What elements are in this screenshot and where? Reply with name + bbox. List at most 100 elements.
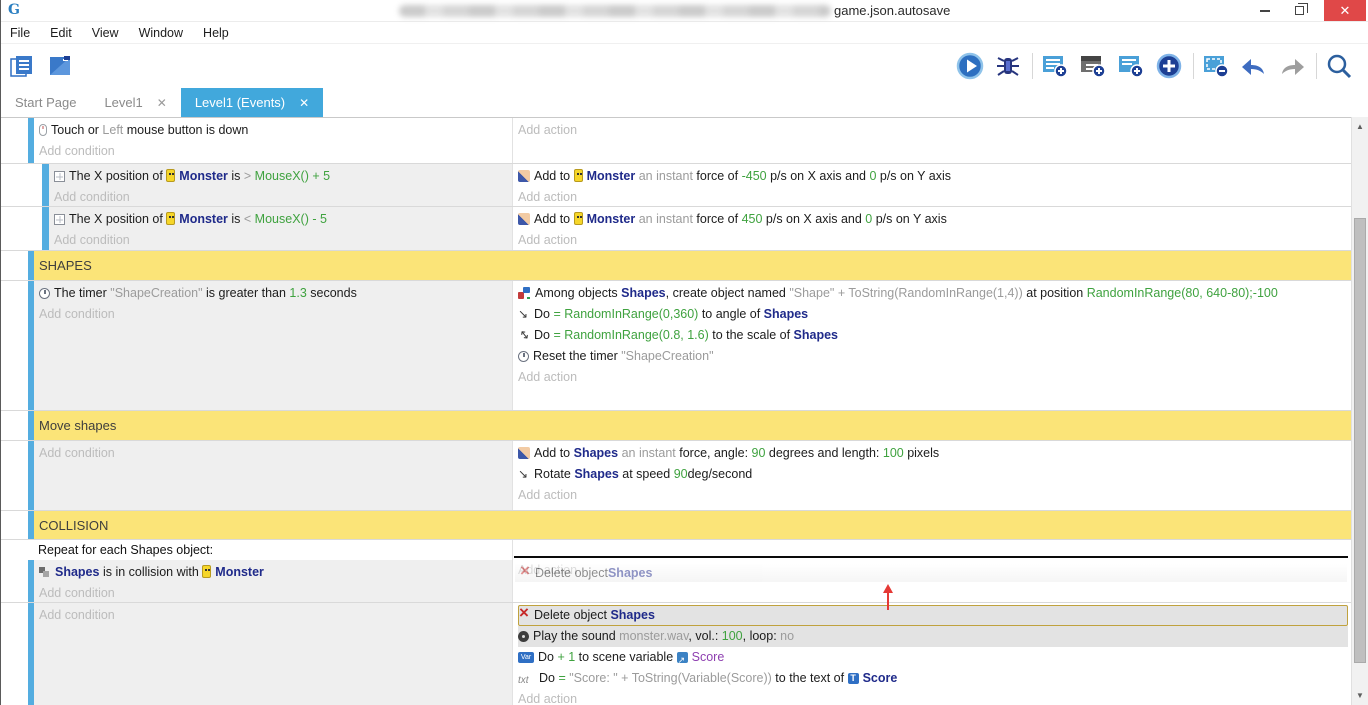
- undo-icon[interactable]: [1239, 51, 1269, 81]
- action-row[interactable]: Add to Monster an instant force of 450 p…: [518, 209, 1348, 230]
- text-segment: p/s on Y axis: [872, 212, 947, 226]
- action-row[interactable]: Add to Shapes an instant force, angle: 9…: [518, 443, 1348, 464]
- add-subevent-icon[interactable]: [1078, 51, 1108, 81]
- comment-event[interactable]: SHAPES: [1, 250, 1352, 280]
- add-new-event-icon[interactable]: [1154, 51, 1184, 81]
- drag-ghost-row: Delete object Shapes: [515, 564, 1347, 582]
- event-block[interactable]: The timer "ShapeCreation" is greater tha…: [1, 280, 1352, 410]
- condition-row[interactable]: The timer "ShapeCreation" is greater tha…: [39, 283, 508, 304]
- action-row[interactable]: Rotate Shapes at speed 90deg/second: [518, 464, 1348, 485]
- condition-row[interactable]: The X position of Monster is > MouseX() …: [54, 166, 508, 187]
- add-action-button[interactable]: Add action: [518, 485, 1348, 506]
- foreach-body: Shapes is in collision with MonsterAdd c…: [1, 560, 512, 604]
- action-row[interactable]: Do = "Score: " + ToString(Variable(Score…: [518, 668, 1348, 689]
- text-segment: Left: [102, 123, 123, 137]
- comment-event[interactable]: COLLISION: [1, 510, 1352, 539]
- action-row[interactable]: Add to Monster an instant force of -450 …: [518, 166, 1348, 187]
- text-segment: to the scale of: [709, 328, 794, 342]
- foreach-left-column: Repeat for each Shapes object:Shapes is …: [1, 540, 512, 602]
- text-segment: -450: [742, 169, 767, 183]
- tab-level1-events[interactable]: Level1 (Events) ✕: [181, 88, 323, 117]
- action-row[interactable]: Do = RandomInRange(0.8, 1.6) to the scal…: [518, 325, 1348, 346]
- tab-level1[interactable]: Level1 ✕: [90, 88, 180, 117]
- scroll-down-icon[interactable]: ▼: [1352, 691, 1368, 700]
- add-condition-button[interactable]: Add condition: [54, 230, 508, 250]
- preview-icon[interactable]: [955, 51, 985, 81]
- add-action-button[interactable]: Add action: [518, 230, 1348, 250]
- scrollbar-thumb[interactable]: [1354, 218, 1366, 663]
- add-event-icon[interactable]: [1040, 51, 1070, 81]
- event-block[interactable]: The X position of Monster is > MouseX() …: [1, 163, 1352, 206]
- timer-icon: [39, 288, 50, 299]
- menu-window[interactable]: Window: [139, 26, 183, 40]
- event-block[interactable]: The X position of Monster is < MouseX() …: [1, 206, 1352, 250]
- condition-row[interactable]: Touch or Left mouse button is down: [39, 120, 508, 141]
- text-segment: = RandomInRange(0,360): [553, 307, 698, 321]
- add-comment-icon[interactable]: [1116, 51, 1146, 81]
- condition-row[interactable]: Shapes is in collision with Monster: [39, 562, 508, 583]
- add-action-button[interactable]: Add action: [518, 689, 1348, 705]
- condition-row[interactable]: The X position of Monster is < MouseX() …: [54, 209, 508, 230]
- debugger-icon[interactable]: [993, 51, 1023, 81]
- scroll-up-icon[interactable]: ▲: [1352, 122, 1368, 131]
- restore-button[interactable]: [1284, 0, 1314, 21]
- actions-cell: Delete object ShapesPlay the sound monst…: [512, 603, 1352, 705]
- event-block[interactable]: Touch or Left mouse button is downAdd co…: [1, 118, 1352, 163]
- text-segment: Score: [692, 650, 725, 664]
- close-tab-icon[interactable]: ✕: [157, 96, 167, 110]
- action-row[interactable]: Among objects Shapes, create object name…: [518, 283, 1348, 304]
- text-segment: >: [244, 169, 255, 183]
- text-segment: Add action: [518, 123, 577, 137]
- menu-edit[interactable]: Edit: [50, 26, 72, 40]
- text-segment: is in collision with: [99, 565, 202, 579]
- remove-event-icon[interactable]: [1201, 51, 1231, 81]
- action-row[interactable]: Reset the timer "ShapeCreation": [518, 346, 1348, 367]
- text-segment: force of: [696, 212, 741, 226]
- menu-view[interactable]: View: [92, 26, 119, 40]
- action-row[interactable]: Do + 1 to scene variable Score: [518, 647, 1348, 668]
- add-action-button[interactable]: Add action: [518, 187, 1348, 206]
- menu-file[interactable]: File: [10, 26, 30, 40]
- action-row[interactable]: Delete object Shapes: [518, 605, 1348, 626]
- text-segment: no: [780, 629, 794, 643]
- text-segment: MouseX() - 5: [255, 212, 327, 226]
- vertical-scrollbar[interactable]: ▲ ▼: [1351, 117, 1368, 705]
- close-tab-icon[interactable]: ✕: [299, 96, 309, 110]
- text-segment: an instant: [635, 169, 696, 183]
- comment-event[interactable]: Move shapes: [1, 410, 1352, 440]
- add-action-button[interactable]: Add action: [518, 367, 1348, 388]
- event-gutter: [1, 281, 28, 410]
- actions-cell: Among objects Shapes, create object name…: [512, 281, 1352, 410]
- text-segment: "Score: " + ToString(Variable(Score)): [569, 671, 772, 685]
- close-button[interactable]: ✕: [1324, 0, 1366, 21]
- menu-help[interactable]: Help: [203, 26, 229, 40]
- action-row[interactable]: Do = RandomInRange(0,360) to angle of Sh…: [518, 304, 1348, 325]
- add-condition-button[interactable]: Add condition: [39, 304, 508, 325]
- add-condition-button[interactable]: Add condition: [39, 141, 508, 162]
- add-condition-button[interactable]: Add condition: [39, 605, 508, 626]
- scene-editor-icon[interactable]: [45, 51, 75, 81]
- text-segment: Monster: [179, 212, 228, 226]
- text-segment: pixels: [904, 446, 939, 460]
- event-block[interactable]: Add condition Add to Shapes an instant fo…: [1, 440, 1352, 510]
- project-manager-icon[interactable]: [7, 51, 37, 81]
- text-segment: Shapes: [794, 328, 838, 342]
- tab-start-page[interactable]: Start Page: [1, 88, 90, 117]
- redo-icon[interactable]: [1277, 51, 1307, 81]
- add-action-button[interactable]: Add action: [518, 120, 1348, 141]
- minimize-button[interactable]: [1250, 0, 1280, 21]
- action-row[interactable]: Play the sound monster.wav, vol.: 100, l…: [518, 626, 1348, 647]
- text-segment: 100: [722, 629, 743, 643]
- text-segment: The X position of: [69, 169, 166, 183]
- event-gutter: [1, 164, 42, 206]
- text-segment: Shapes: [55, 565, 99, 579]
- event-block[interactable]: Add conditionDelete object ShapesPlay th…: [1, 602, 1352, 705]
- text-segment: mouse button is down: [123, 123, 248, 137]
- text-segment: Shapes: [574, 467, 618, 481]
- add-condition-button[interactable]: Add condition: [54, 187, 508, 206]
- monster-icon: [574, 212, 583, 225]
- add-condition-button[interactable]: Add condition: [39, 443, 508, 464]
- search-icon[interactable]: [1324, 51, 1354, 81]
- text-segment: "ShapeCreation": [110, 286, 202, 300]
- add-condition-button[interactable]: Add condition: [39, 583, 508, 604]
